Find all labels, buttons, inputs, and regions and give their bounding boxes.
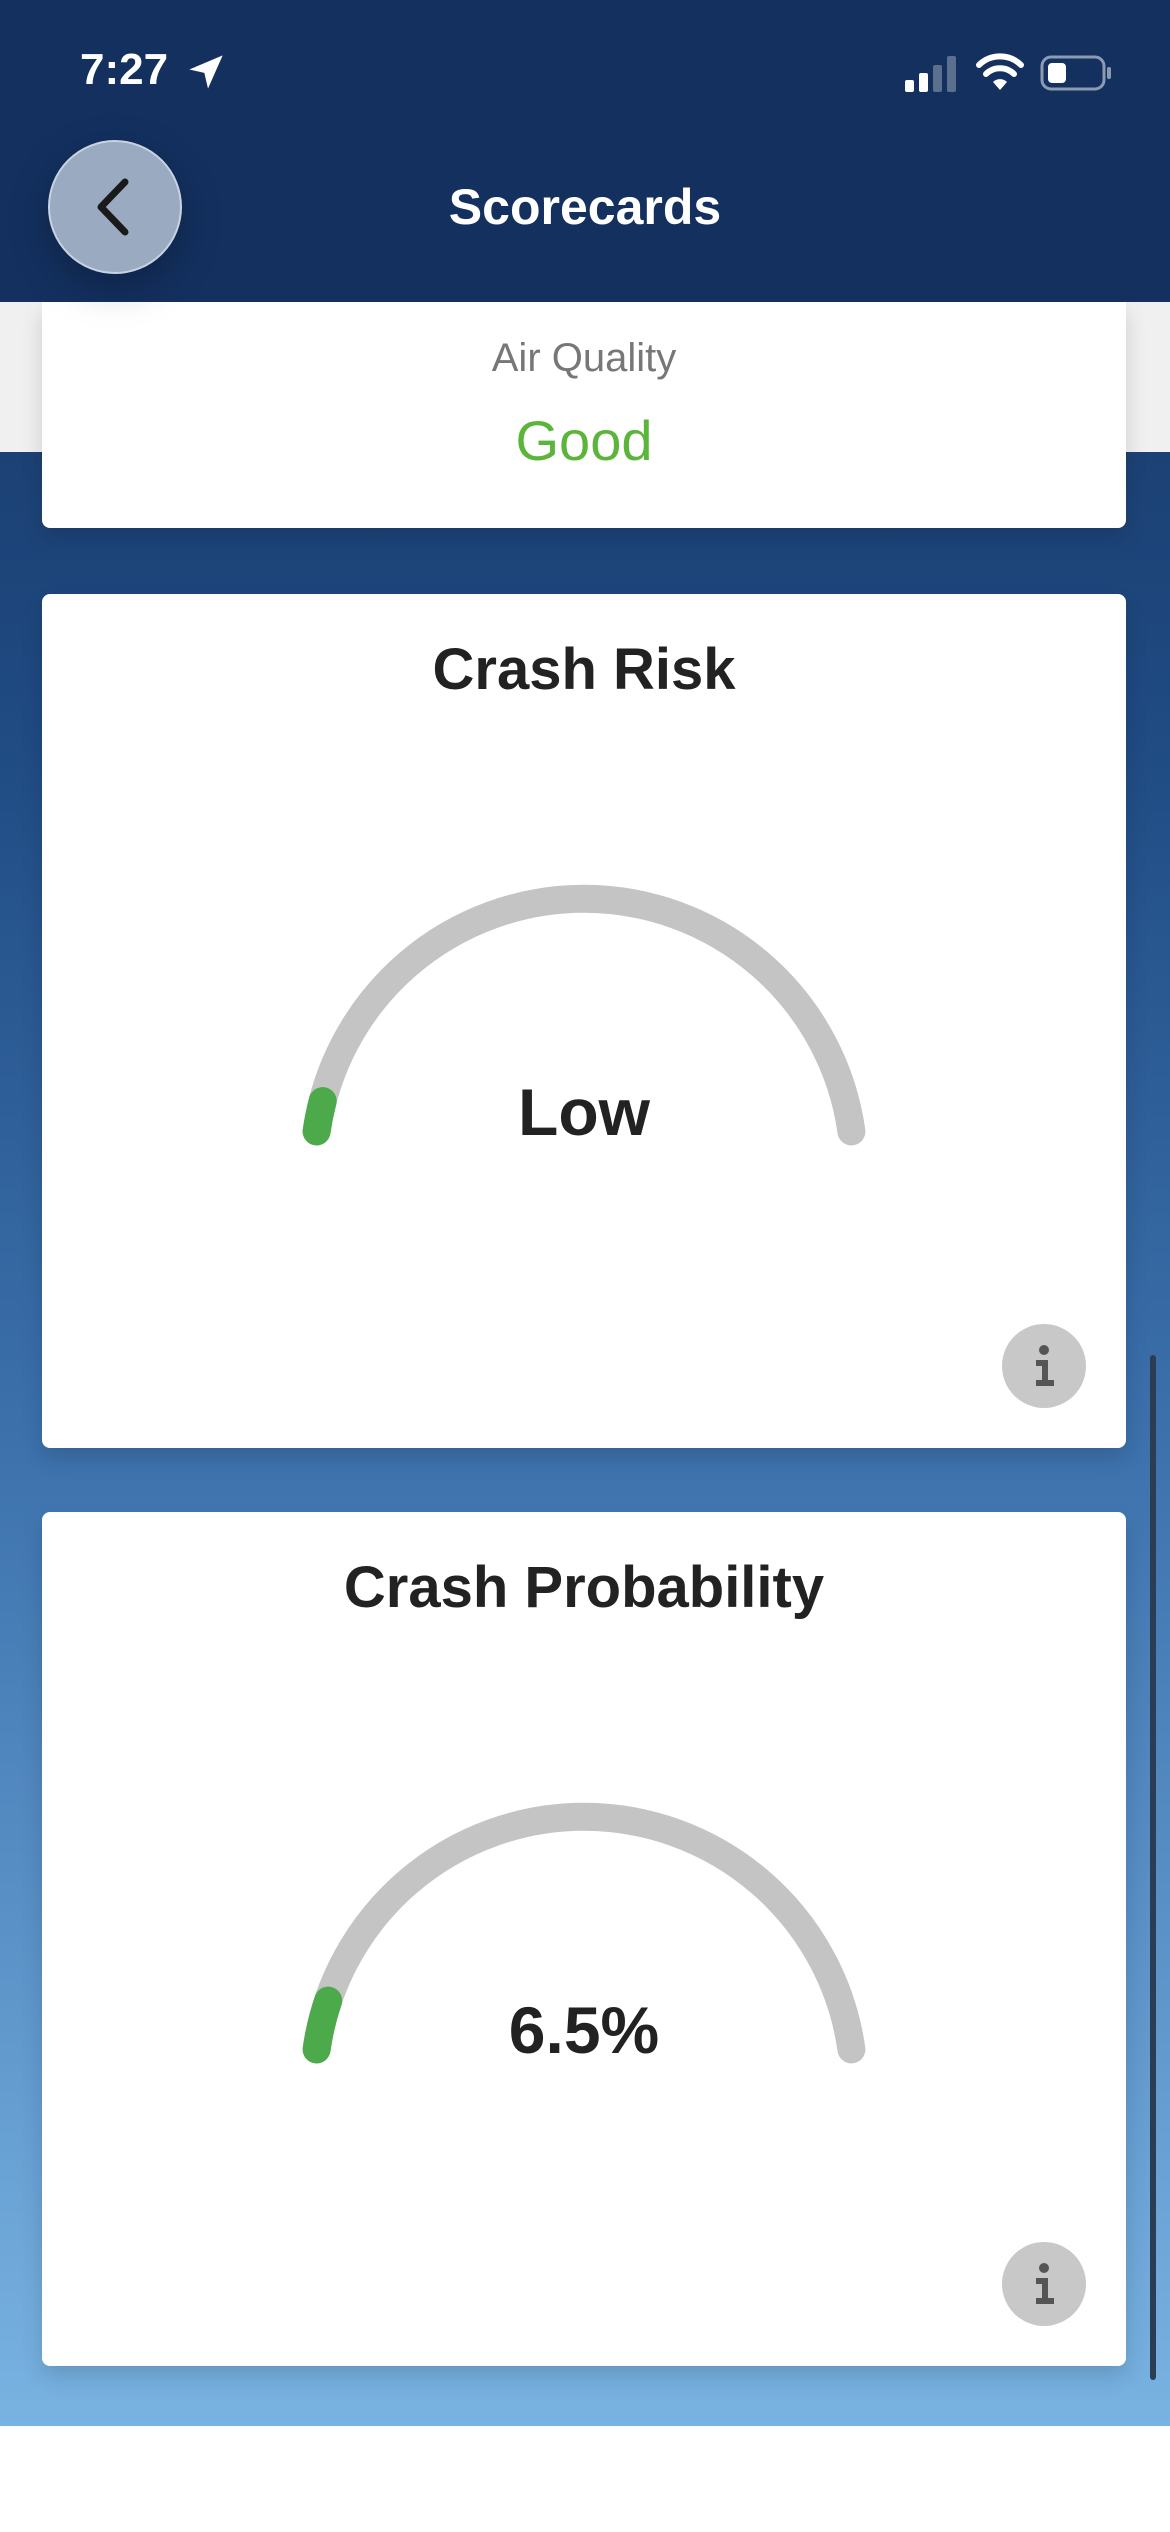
- air-quality-label: Air Quality: [491, 336, 677, 380]
- location-arrow-icon: [189, 55, 223, 89]
- wifi-icon: [976, 53, 1024, 90]
- top-header: 7:27 Scorecards: [0, 0, 1170, 302]
- back-button[interactable]: [48, 140, 182, 274]
- chevron-left-icon: [97, 178, 129, 236]
- crash-risk-info-button[interactable]: [1002, 1324, 1086, 1408]
- crash-risk-value: Low: [518, 1075, 650, 1149]
- scrollbar[interactable]: [1150, 1355, 1156, 2380]
- cellular-signal-icon: [905, 56, 956, 92]
- air-quality-value: Good: [515, 409, 653, 472]
- crash-risk-card: Crash Risk Low: [42, 594, 1126, 1448]
- info-icon: [1036, 2263, 1054, 2304]
- crash-probability-value: 6.5%: [508, 1993, 660, 2067]
- crash-probability-gauge: [302, 1802, 866, 2064]
- crash-probability-card: Crash Probability 6.5%: [42, 1512, 1126, 2366]
- battery-icon: [1040, 55, 1111, 91]
- crash-risk-gauge: [302, 884, 866, 1146]
- air-quality-card: Air Quality Good: [42, 302, 1126, 528]
- crash-probability-info-button[interactable]: [1002, 2242, 1086, 2326]
- status-time: 7:27: [80, 45, 169, 94]
- info-icon: [1036, 1345, 1054, 1386]
